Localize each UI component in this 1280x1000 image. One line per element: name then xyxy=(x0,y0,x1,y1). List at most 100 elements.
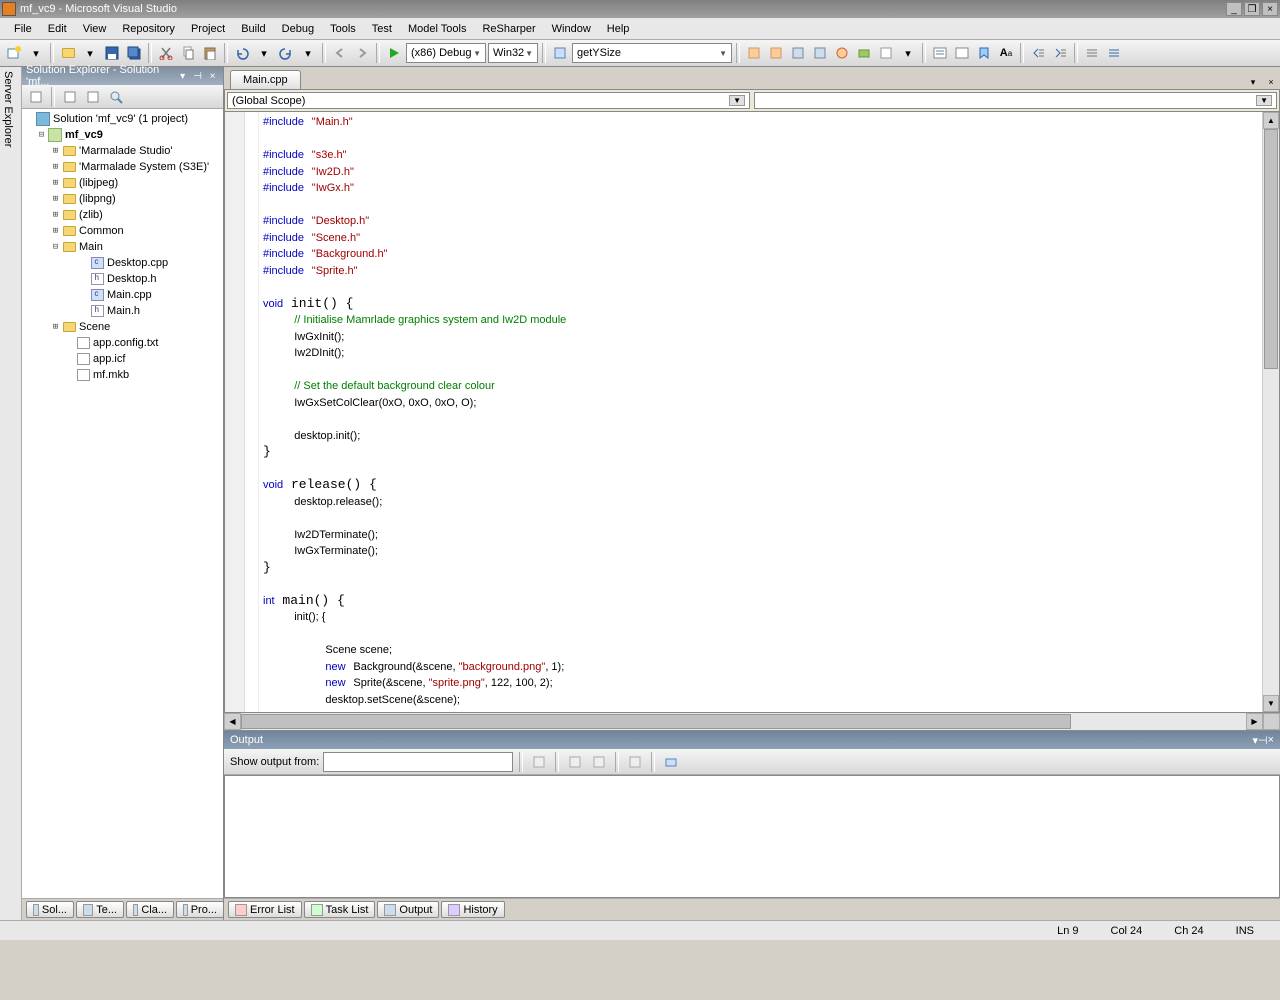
panel-close-icon[interactable]: × xyxy=(206,69,219,83)
tree-file-txt[interactable]: app.config.txt xyxy=(22,335,223,351)
uncomment-icon[interactable] xyxy=(952,43,972,63)
tree-file-cpp[interactable]: Desktop.cpp xyxy=(22,255,223,271)
tree-folder-main[interactable]: ⊟Main xyxy=(22,239,223,255)
tab-team-explorer[interactable]: Te... xyxy=(76,901,124,918)
bookmark-icon[interactable] xyxy=(974,43,994,63)
tab-history[interactable]: History xyxy=(441,901,504,918)
output-close-icon[interactable]: × xyxy=(1268,734,1274,746)
output-next-icon[interactable] xyxy=(589,752,609,772)
scroll-down-icon[interactable]: ▼ xyxy=(1263,695,1279,712)
tab-task-list[interactable]: Task List xyxy=(304,901,376,918)
nav-fwd-icon[interactable] xyxy=(352,43,372,63)
show-all-icon[interactable] xyxy=(60,87,80,107)
tree-folder[interactable]: ⊞'Marmalade Studio' xyxy=(22,143,223,159)
menu-view[interactable]: View xyxy=(75,20,115,38)
panel-pin-icon[interactable]: ⊣ xyxy=(191,69,204,83)
hscroll-thumb[interactable] xyxy=(241,714,1071,729)
redo-icon[interactable] xyxy=(276,43,296,63)
tree-file-h[interactable]: Desktop.h xyxy=(22,271,223,287)
menu-project[interactable]: Project xyxy=(183,20,233,38)
font-size-icon[interactable]: Aa xyxy=(996,43,1016,63)
output-clear-icon[interactable] xyxy=(625,752,645,772)
panel-dropdown-icon[interactable]: ▾ xyxy=(176,69,189,83)
output-find-icon[interactable] xyxy=(529,752,549,772)
tool-icon-2[interactable] xyxy=(766,43,786,63)
open-dropdown-icon[interactable]: ▾ xyxy=(80,43,100,63)
start-debug-icon[interactable] xyxy=(384,43,404,63)
output-prev-icon[interactable] xyxy=(565,752,585,772)
code-editor[interactable]: #include "Main.h" #include "s3e.h" #incl… xyxy=(224,111,1280,713)
output-source-combo[interactable] xyxy=(323,752,513,772)
properties-icon[interactable] xyxy=(26,87,46,107)
tree-folder[interactable]: ⊞(libpng) xyxy=(22,191,223,207)
minimize-button[interactable]: _ xyxy=(1226,2,1242,16)
restore-button[interactable]: ❐ xyxy=(1244,2,1260,16)
tab-error-list[interactable]: Error List xyxy=(228,901,302,918)
tab-class-view[interactable]: Cla... xyxy=(126,901,174,918)
copy-icon[interactable] xyxy=(178,43,198,63)
tab-property[interactable]: Pro... xyxy=(176,901,224,918)
menu-edit[interactable]: Edit xyxy=(40,20,75,38)
new-dropdown-icon[interactable]: ▾ xyxy=(26,43,46,63)
menu-file[interactable]: File xyxy=(6,20,40,38)
tool-icon-7[interactable] xyxy=(876,43,896,63)
scope-combo-right[interactable]: ▼ xyxy=(754,92,1277,109)
scope-combo-left[interactable]: (Global Scope)▼ xyxy=(227,92,750,109)
undo-dropdown-icon[interactable]: ▾ xyxy=(254,43,274,63)
view-code-icon[interactable] xyxy=(106,87,126,107)
close-button[interactable]: × xyxy=(1262,2,1278,16)
tool-icon-7b[interactable]: ▾ xyxy=(898,43,918,63)
scroll-up-icon[interactable]: ▲ xyxy=(1263,112,1279,129)
file-tab-main-cpp[interactable]: Main.cpp xyxy=(230,70,301,89)
menu-build[interactable]: Build xyxy=(233,20,273,38)
output-wrap-icon[interactable] xyxy=(661,752,681,772)
find-combo[interactable]: getYSize▼ xyxy=(572,43,732,63)
editor-gutter[interactable] xyxy=(225,112,245,712)
nav-back-icon[interactable] xyxy=(330,43,350,63)
outline-gutter[interactable] xyxy=(245,112,259,712)
tree-file-txt[interactable]: mf.mkb xyxy=(22,367,223,383)
tree-project[interactable]: ⊟mf_vc9 xyxy=(22,127,223,143)
tab-close-icon[interactable]: × xyxy=(1264,75,1278,89)
config-combo[interactable]: (x86) Debug▼ xyxy=(406,43,486,63)
indent-in-icon[interactable] xyxy=(1050,43,1070,63)
output-pin-icon[interactable]: ⊣ xyxy=(1258,734,1268,747)
list-icon-2[interactable] xyxy=(1104,43,1124,63)
horizontal-scrollbar[interactable]: ◀ ▶ xyxy=(224,713,1280,730)
open-icon[interactable] xyxy=(58,43,78,63)
tab-solution-explorer[interactable]: Sol... xyxy=(26,901,74,918)
code-text[interactable]: #include "Main.h" #include "s3e.h" #incl… xyxy=(259,112,1262,712)
vertical-scrollbar[interactable]: ▲ ▼ xyxy=(1262,112,1279,712)
tool-icon-4[interactable] xyxy=(810,43,830,63)
tree-solution[interactable]: Solution 'mf_vc9' (1 project) xyxy=(22,111,223,127)
save-icon[interactable] xyxy=(102,43,122,63)
menu-help[interactable]: Help xyxy=(599,20,638,38)
menu-resharper[interactable]: ReSharper xyxy=(474,20,543,38)
scroll-thumb[interactable] xyxy=(1264,129,1278,369)
tool-icon-5[interactable] xyxy=(832,43,852,63)
platform-combo[interactable]: Win32▼ xyxy=(488,43,538,63)
menu-repository[interactable]: Repository xyxy=(114,20,183,38)
comment-icon[interactable] xyxy=(930,43,950,63)
redo-dropdown-icon[interactable]: ▾ xyxy=(298,43,318,63)
tab-dropdown-icon[interactable]: ▾ xyxy=(1246,75,1260,89)
tool-icon-3[interactable] xyxy=(788,43,808,63)
tree-folder[interactable]: ⊞Common xyxy=(22,223,223,239)
tree-file-txt[interactable]: app.icf xyxy=(22,351,223,367)
output-text[interactable] xyxy=(224,775,1280,898)
refresh-icon[interactable] xyxy=(83,87,103,107)
menu-window[interactable]: Window xyxy=(544,20,599,38)
tree-folder[interactable]: ⊞(libjpeg) xyxy=(22,175,223,191)
tree-folder[interactable]: ⊞'Marmalade System (S3E)' xyxy=(22,159,223,175)
scroll-left-icon[interactable]: ◀ xyxy=(224,713,241,730)
server-explorer-tab[interactable]: Server Explorer xyxy=(0,67,22,920)
tree-file-h[interactable]: Main.h xyxy=(22,303,223,319)
cut-icon[interactable] xyxy=(156,43,176,63)
menu-debug[interactable]: Debug xyxy=(274,20,322,38)
save-all-icon[interactable] xyxy=(124,43,144,63)
solution-tree[interactable]: Solution 'mf_vc9' (1 project) ⊟mf_vc9 ⊞'… xyxy=(22,109,223,898)
paste-icon[interactable] xyxy=(200,43,220,63)
scroll-right-icon[interactable]: ▶ xyxy=(1246,713,1263,730)
tree-file-cpp[interactable]: Main.cpp xyxy=(22,287,223,303)
new-project-icon[interactable] xyxy=(4,43,24,63)
